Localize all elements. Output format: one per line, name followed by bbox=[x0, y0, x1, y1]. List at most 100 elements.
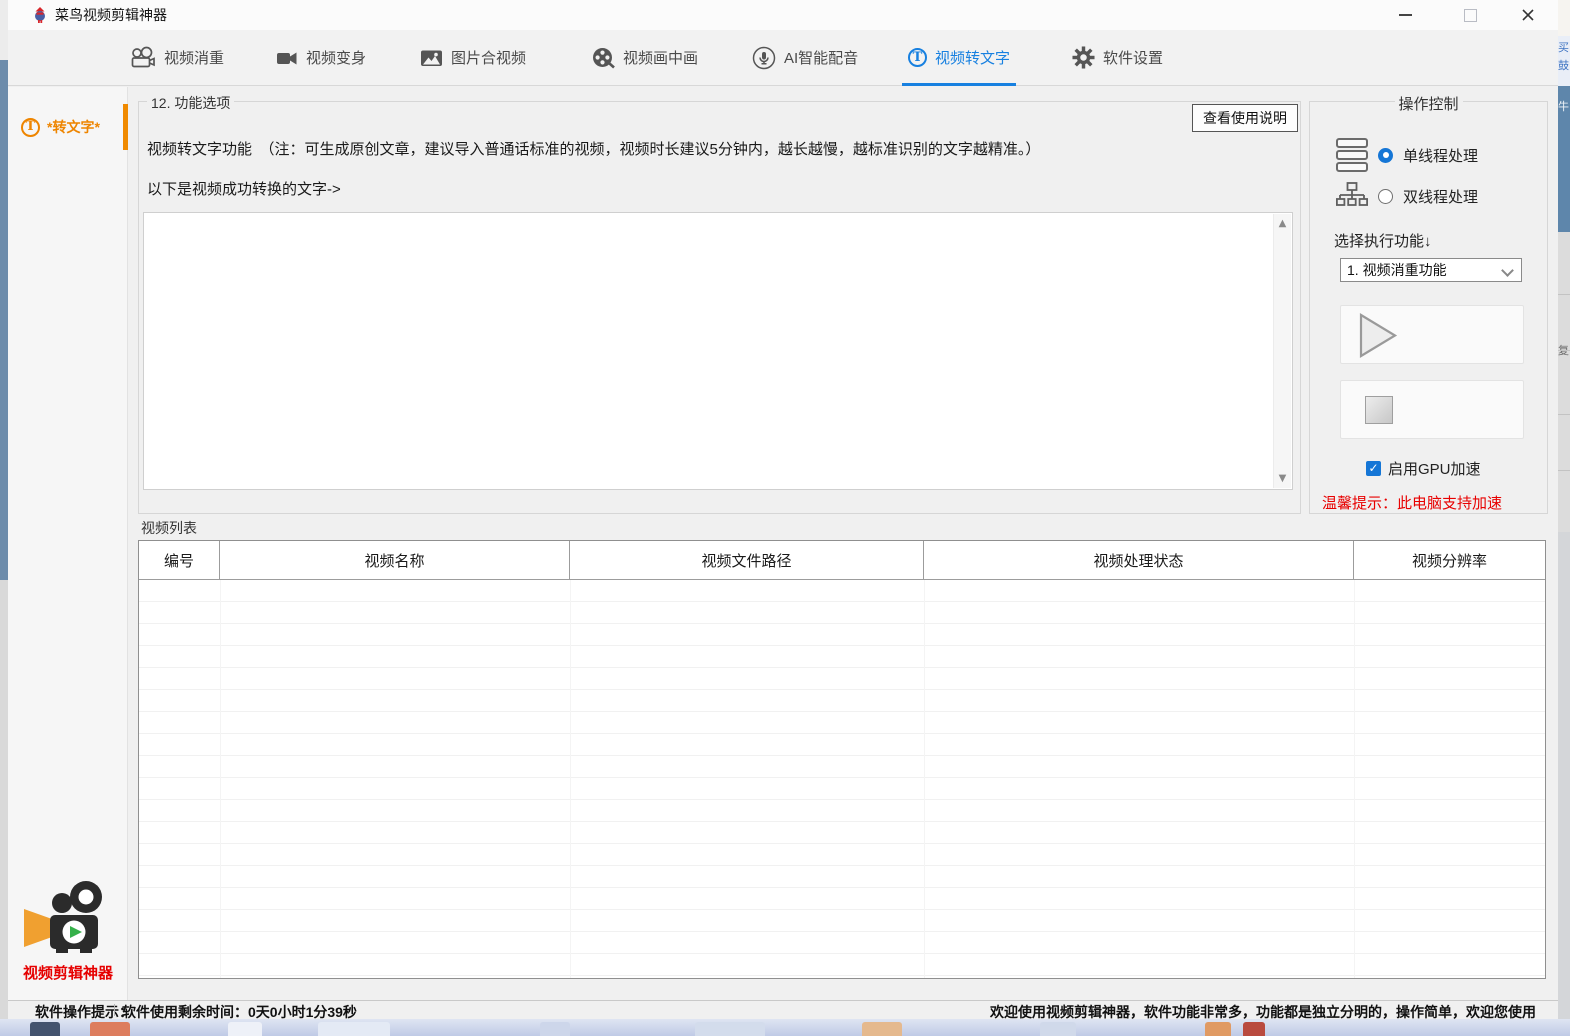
stop-icon bbox=[1365, 396, 1393, 424]
minimize-button[interactable] bbox=[1387, 0, 1423, 30]
background-window-right-edge: 买 鼓 牛 复 bbox=[1558, 0, 1570, 1019]
main-content: 12. 功能选项 查看使用说明 视频转文字功能 （注：可生成原创文章，建议导入普… bbox=[129, 87, 1558, 1000]
bg-left-segment bbox=[0, 580, 8, 1019]
status-prefix: 软件操作提示： bbox=[35, 1002, 133, 1019]
function-select[interactable]: 1. 视频消重功能 bbox=[1340, 258, 1522, 282]
column-header-status: 视频处理状态 bbox=[924, 541, 1354, 579]
taskbar-item[interactable] bbox=[228, 1022, 262, 1036]
tab-video-pip[interactable]: 视频画中画 bbox=[582, 30, 708, 85]
tab-video-dedup[interactable]: 视频消重 bbox=[120, 30, 234, 85]
close-icon bbox=[1521, 8, 1535, 22]
start-button[interactable] bbox=[1340, 305, 1524, 364]
converted-text-area[interactable]: ▲ ▼ bbox=[143, 212, 1293, 490]
taskbar-item[interactable] bbox=[1040, 1022, 1076, 1036]
double-thread-option[interactable]: 双线程处理 bbox=[1336, 182, 1478, 210]
tab-video-transform[interactable]: 视频变身 bbox=[266, 30, 376, 85]
column-header-name: 视频名称 bbox=[220, 541, 570, 579]
operation-control-group: 操作控制 单线程处理 bbox=[1309, 101, 1548, 514]
titlebar: 菜鸟视频剪辑神器 bbox=[8, 0, 1558, 30]
table-row bbox=[139, 866, 1545, 888]
video-camera-icon bbox=[276, 48, 298, 68]
gear-icon bbox=[1072, 46, 1095, 69]
t-circle-icon: T bbox=[21, 118, 40, 137]
column-header-index: 编号 bbox=[139, 541, 220, 579]
table-row bbox=[139, 954, 1545, 976]
table-row bbox=[139, 646, 1545, 668]
column-divider bbox=[924, 580, 925, 978]
bg-partial-glyph: 牛 bbox=[1558, 98, 1570, 114]
chevron-down-icon bbox=[1501, 264, 1514, 277]
maximize-icon bbox=[1464, 9, 1477, 22]
tab-label: 视频转文字 bbox=[935, 47, 1010, 68]
table-row bbox=[139, 580, 1545, 602]
table-row bbox=[139, 624, 1545, 646]
statusbar: 软件操作提示： 软件使用剩余时间：0天0小时1分39秒 欢迎使用视频剪辑神器，软… bbox=[8, 1000, 1558, 1019]
maximize-button[interactable] bbox=[1452, 0, 1488, 30]
result-hint: 以下是视频成功转换的文字-> bbox=[147, 178, 341, 199]
taskbar-item[interactable] bbox=[318, 1022, 390, 1036]
table-row bbox=[139, 778, 1545, 800]
app-window: 菜鸟视频剪辑神器 视频消重 bbox=[8, 0, 1558, 1019]
select-function-label: 选择执行功能↓ bbox=[1334, 230, 1432, 251]
play-icon bbox=[1359, 313, 1399, 358]
tab-video-to-text[interactable]: T 视频转文字 bbox=[898, 30, 1020, 85]
status-divider bbox=[114, 1004, 115, 1016]
close-button[interactable] bbox=[1510, 0, 1546, 30]
bg-right-segment bbox=[1558, 532, 1570, 1019]
column-divider bbox=[1354, 580, 1355, 978]
table-row bbox=[139, 910, 1545, 932]
taskbar-item[interactable] bbox=[862, 1022, 902, 1036]
tab-image-to-video[interactable]: 图片合视频 bbox=[410, 30, 536, 85]
movie-camera-icon bbox=[130, 46, 156, 70]
double-thread-icon bbox=[1336, 182, 1368, 210]
app-logo: 视频剪辑神器 bbox=[8, 875, 128, 983]
taskbar-item[interactable] bbox=[90, 1022, 130, 1036]
stop-button[interactable] bbox=[1340, 380, 1524, 439]
feature-description: 视频转文字功能 （注：可生成原创文章，建议导入普通话标准的视频，视频时长建议5分… bbox=[147, 138, 1040, 159]
video-list-table[interactable]: 编号 视频名称 视频文件路径 视频处理状态 视频分辨率 bbox=[138, 540, 1546, 979]
camera-logo-icon bbox=[22, 875, 114, 953]
table-row bbox=[139, 822, 1545, 844]
scroll-down-icon[interactable]: ▼ bbox=[1274, 473, 1291, 484]
single-thread-icon bbox=[1336, 138, 1368, 172]
double-thread-label: 双线程处理 bbox=[1403, 186, 1478, 207]
taskbar-item[interactable] bbox=[30, 1022, 60, 1036]
double-thread-radio[interactable] bbox=[1378, 189, 1393, 204]
bg-left-segment bbox=[0, 60, 8, 580]
gpu-acceleration-option[interactable]: ✓ 启用GPU加速 bbox=[1366, 458, 1481, 479]
video-table-body bbox=[139, 580, 1545, 978]
scroll-up-icon[interactable]: ▲ bbox=[1274, 218, 1291, 229]
gpu-support-tip: 温馨提示：此电脑支持加速 bbox=[1322, 492, 1502, 513]
bg-left-segment bbox=[0, 0, 8, 60]
microphone-icon bbox=[752, 46, 776, 70]
taskbar-item[interactable] bbox=[1243, 1022, 1265, 1036]
sidebar-item-label: *转文字* bbox=[47, 117, 100, 137]
tab-settings[interactable]: 软件设置 bbox=[1062, 30, 1173, 85]
table-row bbox=[139, 712, 1545, 734]
taskbar-item[interactable] bbox=[1205, 1022, 1231, 1036]
bg-right-segment bbox=[1558, 0, 1570, 36]
tab-label: 视频变身 bbox=[306, 47, 366, 68]
table-row bbox=[139, 844, 1545, 866]
window-title: 菜鸟视频剪辑神器 bbox=[55, 0, 167, 30]
sidebar-item-to-text[interactable]: T *转文字* bbox=[8, 104, 128, 150]
table-row bbox=[139, 690, 1545, 712]
vertical-scrollbar[interactable]: ▲ ▼ bbox=[1273, 214, 1291, 488]
tab-ai-dubbing[interactable]: AI智能配音 bbox=[742, 30, 868, 85]
table-row bbox=[139, 668, 1545, 690]
bg-right-segment: 牛 bbox=[1558, 86, 1570, 232]
column-divider bbox=[220, 580, 221, 978]
column-header-path: 视频文件路径 bbox=[570, 541, 924, 579]
taskbar-item[interactable] bbox=[540, 1022, 570, 1036]
group-label: 操作控制 bbox=[1394, 93, 1462, 114]
minimize-icon bbox=[1399, 14, 1412, 16]
bg-partial-glyph: 鼓 bbox=[1558, 60, 1570, 72]
taskbar-item[interactable] bbox=[695, 1022, 765, 1036]
view-instructions-button[interactable]: 查看使用说明 bbox=[1192, 104, 1298, 132]
gpu-checkbox[interactable]: ✓ bbox=[1366, 461, 1381, 476]
screen: 菜鸟视频剪辑神器 视频消重 bbox=[0, 0, 1570, 1036]
table-row bbox=[139, 888, 1545, 910]
single-thread-radio[interactable] bbox=[1378, 148, 1393, 163]
single-thread-option[interactable]: 单线程处理 bbox=[1336, 138, 1478, 172]
table-row bbox=[139, 800, 1545, 822]
